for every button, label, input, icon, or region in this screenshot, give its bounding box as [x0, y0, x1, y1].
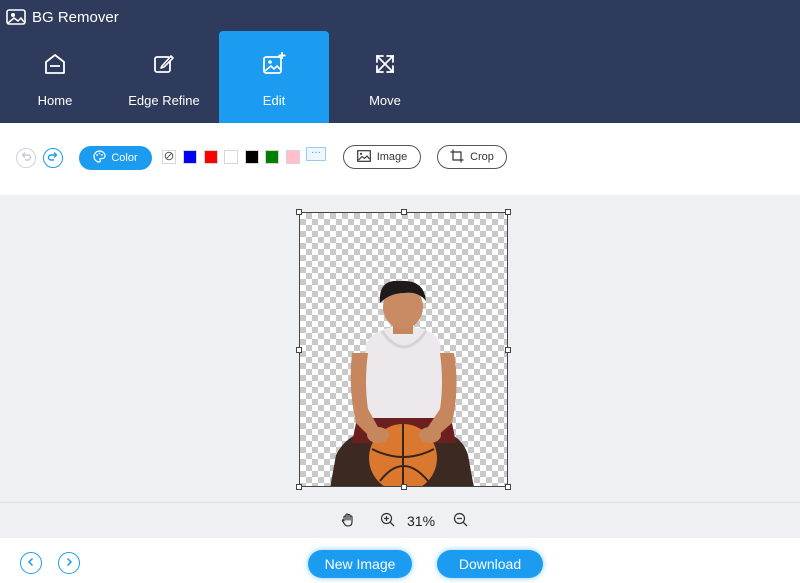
app-header: BG Remover Home Edge Refine Edit Move [0, 0, 800, 123]
zoom-in-button[interactable] [380, 512, 395, 532]
edit-toolbar: Color ··· Image Crop [0, 123, 800, 195]
new-image-button[interactable]: New Image [308, 550, 412, 578]
resize-handle-right[interactable] [505, 347, 511, 353]
bottom-bar: New Image Download [0, 538, 800, 583]
next-button[interactable] [58, 552, 80, 574]
tab-edge-refine[interactable]: Edge Refine [109, 31, 219, 123]
crop-button-label: Crop [470, 151, 494, 163]
tab-home-label: Home [37, 93, 73, 108]
image-edit-icon [261, 51, 287, 77]
image-icon [356, 149, 371, 165]
previous-button[interactable] [20, 552, 42, 574]
undo-icon [20, 149, 32, 167]
resize-handle-bottom-left[interactable] [296, 484, 302, 490]
edit-pen-icon [152, 51, 176, 77]
swatch-green[interactable] [265, 150, 279, 164]
more-colors-button[interactable]: ··· [306, 147, 326, 161]
zoom-in-icon [380, 512, 395, 532]
resize-handle-bottom[interactable] [401, 484, 407, 490]
zoom-out-icon [453, 512, 468, 532]
tab-edit[interactable]: Edit [219, 31, 329, 123]
resize-handle-left[interactable] [296, 347, 302, 353]
tab-move[interactable]: Move [330, 31, 440, 123]
zoom-out-button[interactable] [453, 512, 468, 532]
tab-edge-refine-label: Edge Refine [128, 93, 200, 108]
tab-home[interactable]: Home [0, 31, 110, 123]
download-button[interactable]: Download [437, 550, 543, 578]
resize-handle-top-right[interactable] [505, 209, 511, 215]
swatch-pink[interactable] [286, 150, 300, 164]
chevron-left-icon [26, 554, 36, 572]
crop-button[interactable]: Crop [437, 145, 507, 169]
image-preview[interactable] [299, 212, 508, 487]
home-icon [43, 51, 67, 77]
no-color-icon [164, 148, 174, 166]
redo-button[interactable] [43, 148, 63, 168]
crop-icon [450, 149, 464, 166]
redo-icon [47, 149, 59, 167]
palette-icon [93, 150, 106, 166]
resize-handle-bottom-right[interactable] [505, 484, 511, 490]
image-button-label: Image [376, 151, 408, 163]
swatch-black[interactable] [245, 150, 259, 164]
resize-handle-top-left[interactable] [296, 209, 302, 215]
image-background-button[interactable]: Image [343, 145, 421, 169]
swatch-blue[interactable] [183, 150, 197, 164]
swatch-red[interactable] [204, 150, 218, 164]
app-title-text: BG Remover [32, 8, 119, 26]
hand-icon [340, 512, 356, 533]
undo-button[interactable] [16, 148, 36, 168]
color-button[interactable]: Color [79, 146, 152, 170]
tab-move-label: Move [369, 93, 401, 108]
app-title: BG Remover [6, 6, 119, 28]
pan-hand-button[interactable] [340, 512, 356, 533]
color-button-label: Color [111, 152, 138, 164]
zoom-bar: 31% [0, 502, 800, 538]
zoom-level: 31% [407, 513, 436, 529]
move-arrows-icon [373, 51, 397, 77]
swatch-white[interactable] [224, 150, 238, 164]
person-cutout-image [330, 280, 474, 486]
resize-handle-top[interactable] [401, 209, 407, 215]
chevron-right-icon [64, 554, 74, 572]
swatch-none[interactable] [162, 150, 176, 164]
tab-edit-label: Edit [262, 93, 286, 108]
app-logo-icon [6, 8, 26, 26]
